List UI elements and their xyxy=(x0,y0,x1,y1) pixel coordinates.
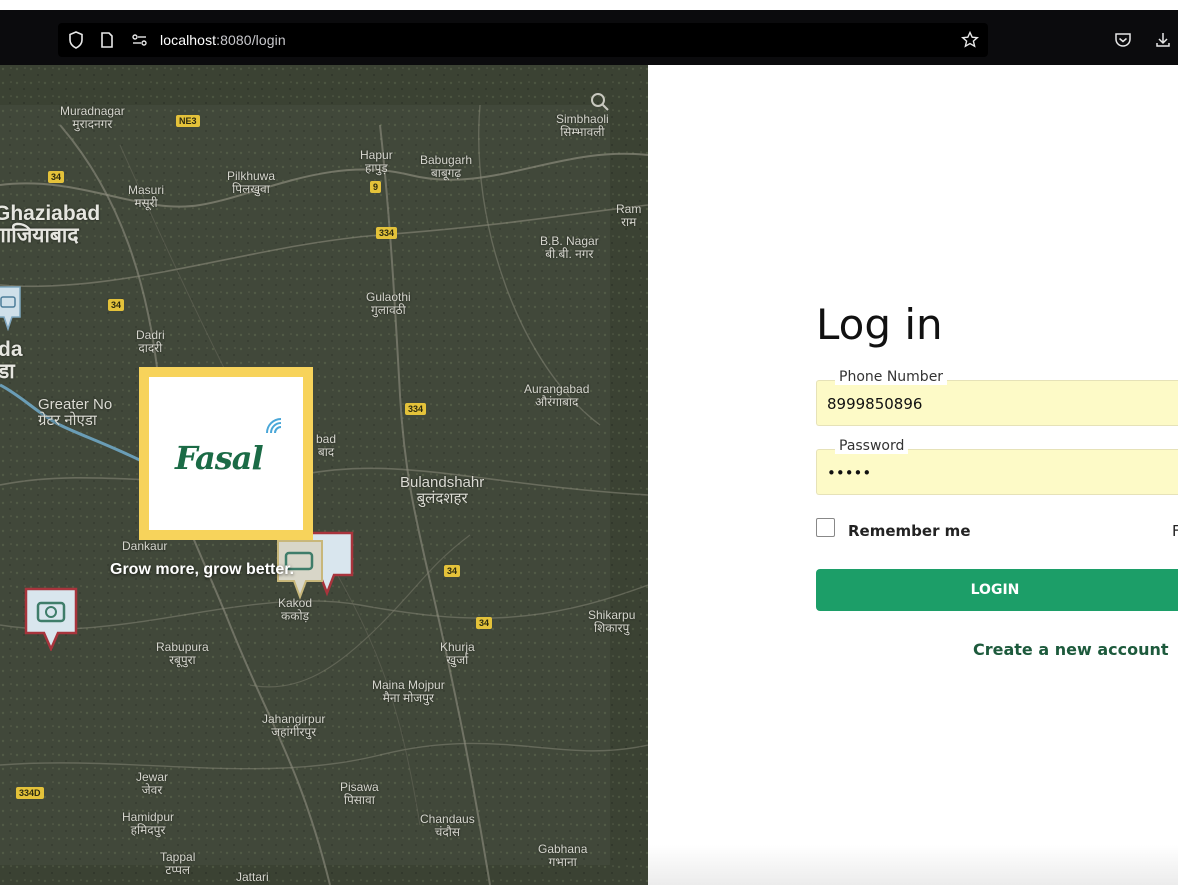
password-label: Password xyxy=(835,438,909,454)
map-background[interactable]: Muradnagar मुरादनगर Simbhaoli सिम्भावली Ha… xyxy=(0,65,648,885)
brand-logo: Fasal xyxy=(139,367,313,540)
place-label: Maina Mojpur मैना मोजपुर xyxy=(372,678,445,705)
place-label: Ram राम xyxy=(616,202,642,229)
pocket-icon[interactable] xyxy=(1113,30,1133,50)
place-label: Khurja खुर्जा xyxy=(440,640,475,667)
page-bottom-edge xyxy=(648,845,1178,885)
password-field[interactable]: Password xyxy=(816,438,1178,495)
page-title: Log in xyxy=(816,300,943,349)
place-label: Aurangabad औरंगाबाद xyxy=(524,382,590,409)
forgot-password-link[interactable]: F xyxy=(1172,522,1178,540)
permissions-icon[interactable] xyxy=(130,30,150,50)
signal-icon xyxy=(266,418,282,434)
phone-number-field[interactable]: Phone Number xyxy=(816,369,1178,426)
search-icon[interactable] xyxy=(589,91,611,113)
place-label: Jahangirpur जहांगीरपुर xyxy=(262,712,326,739)
brand-tagline: Grow more, grow better. xyxy=(110,561,295,578)
map-roads xyxy=(0,65,648,885)
place-label: Bulandshahr बुलंदशहर xyxy=(400,474,485,507)
place-label: Gabhana गभाना xyxy=(538,842,588,869)
remember-me-label[interactable]: Remember me xyxy=(848,522,971,540)
browser-toolbar: localhost:8080/login xyxy=(0,10,1178,65)
highway-shield: 34 xyxy=(48,171,65,183)
place-label: Hapur हापुड़ xyxy=(360,148,393,175)
logo-wordmark: Fasal xyxy=(175,439,264,477)
place-label: Dankaur xyxy=(122,539,168,553)
place-label: Dadri दादरी xyxy=(136,328,165,355)
highway-shield: NE3 xyxy=(176,115,200,127)
highway-shield: 34 xyxy=(476,617,493,629)
highway-shield: 334D xyxy=(16,787,44,799)
highway-shield: 34 xyxy=(444,565,461,577)
password-input[interactable] xyxy=(827,464,1167,482)
place-label: B.B. Nagar बी.बी. नगर xyxy=(540,234,599,261)
place-label: Babugarh बाबूगढ़ xyxy=(420,153,473,180)
place-label: Shikarpu शिकारपु xyxy=(588,608,636,635)
camera-marker-icon[interactable] xyxy=(0,285,22,331)
place-label: da डा xyxy=(0,338,23,383)
place-label: Hamidpur हमिदपुर xyxy=(122,810,175,837)
phone-number-label: Phone Number xyxy=(835,369,948,385)
url-text[interactable]: localhost:8080/login xyxy=(160,32,286,48)
place-label: Muradnagar मुरादनगर xyxy=(60,104,125,131)
camera-marker-icon[interactable] xyxy=(24,587,78,651)
highway-shield: 9 xyxy=(370,181,382,193)
login-button[interactable]: LOGIN xyxy=(816,569,1178,611)
place-label: Gulaothi गुलावठी xyxy=(366,290,411,317)
place-label: Jattari xyxy=(236,870,269,884)
highway-shield: 334 xyxy=(376,227,398,239)
place-label: Chandaus चंदौस xyxy=(420,812,475,839)
place-label: Greater No ग्रेटर नोएडा xyxy=(38,396,113,429)
create-account-link[interactable]: Create a new account xyxy=(973,640,1169,659)
place-label: bad बाद xyxy=(316,432,337,459)
place-label: Rabupura रबूपुरा xyxy=(156,640,209,667)
place-label: Pilkhuwa पिलखुवा xyxy=(227,169,276,196)
bookmark-star-icon[interactable] xyxy=(960,30,980,50)
remember-me-checkbox[interactable] xyxy=(816,518,835,537)
url-path: :8080/login xyxy=(216,32,286,48)
highway-shield: 334 xyxy=(405,403,427,415)
place-label: Masuri मसूरी xyxy=(128,183,165,210)
highway-shield: 34 xyxy=(108,299,125,311)
phone-number-input[interactable] xyxy=(827,395,1167,413)
window-top-edge xyxy=(0,0,1178,10)
place-label: Pisawa पिसावा xyxy=(340,780,379,807)
download-icon[interactable] xyxy=(1153,30,1173,50)
place-label: Simbhaoli सिम्भावली xyxy=(556,112,609,139)
page-icon[interactable] xyxy=(97,30,117,50)
shield-icon[interactable] xyxy=(66,30,86,50)
place-label: Ghaziabad गाजियाबाद xyxy=(0,202,101,247)
place-label: Jewar जेवर xyxy=(136,770,169,797)
place-label: Tappal टप्पल xyxy=(160,850,196,877)
url-host: localhost xyxy=(160,32,217,48)
